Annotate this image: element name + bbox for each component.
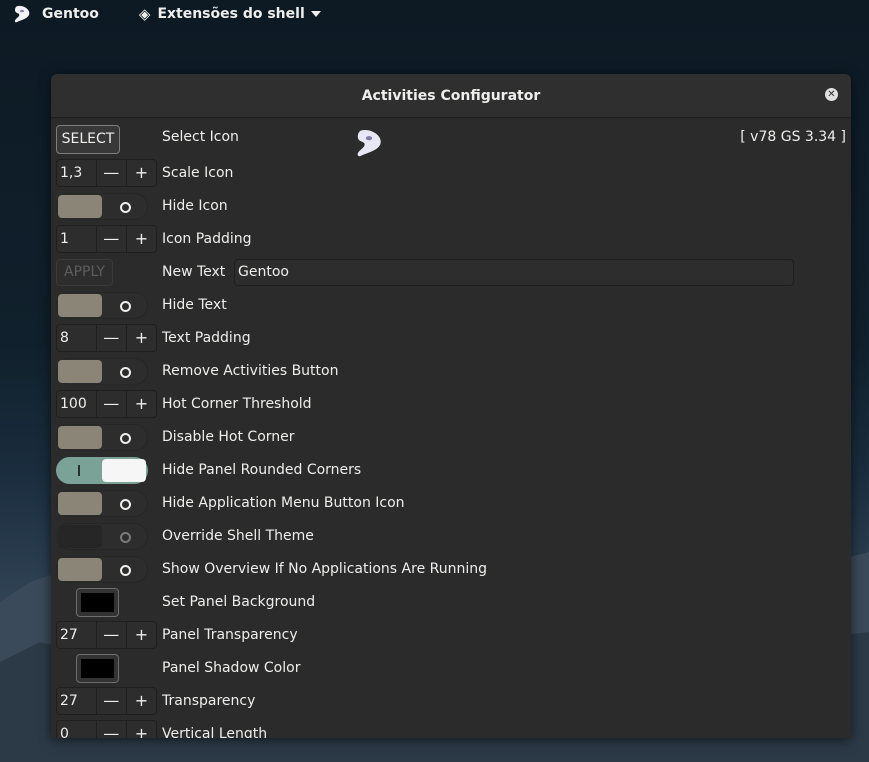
panel-shadow-color-label: Panel Shadow Color: [162, 660, 301, 676]
panel-background-label: Set Panel Background: [162, 594, 316, 610]
increment-button[interactable]: +: [125, 721, 156, 738]
row-show-overview: Show Overview If No Applications Are Run…: [51, 553, 851, 586]
spin-value[interactable]: 0: [57, 721, 96, 738]
hide-text-label: Hide Text: [162, 297, 227, 313]
row-override-theme: Override Shell Theme: [51, 520, 851, 553]
increment-button[interactable]: +: [125, 325, 156, 351]
text-padding-label: Text Padding: [162, 330, 251, 346]
row-select-icon: SELECT Select Icon [ v78 GS 3.34 ]: [51, 121, 851, 157]
hide-text-switch[interactable]: [56, 292, 148, 319]
increment-button[interactable]: +: [125, 622, 156, 648]
decrement-button[interactable]: —: [95, 325, 126, 351]
icon-padding-label: Icon Padding: [162, 231, 252, 247]
row-hide-icon: Hide Icon: [51, 190, 851, 223]
icon-padding-spinbutton[interactable]: 1 — +: [56, 225, 157, 253]
panel-transparency-spinbutton[interactable]: 27 — +: [56, 621, 157, 649]
hide-app-menu-icon-label: Hide Application Menu Button Icon: [162, 495, 405, 511]
gentoo-logo-icon: [14, 5, 30, 23]
activities-label: Gentoo: [42, 6, 99, 22]
app-menu[interactable]: ◈ Extensões do shell: [139, 5, 321, 23]
increment-button[interactable]: +: [125, 226, 156, 252]
transparency-label: Transparency: [162, 693, 256, 709]
decrement-button[interactable]: —: [95, 721, 126, 738]
disable-hot-corner-label: Disable Hot Corner: [162, 429, 295, 445]
row-remove-activities: Remove Activities Button: [51, 355, 851, 388]
puzzle-icon: ◈: [138, 5, 151, 23]
hide-icon-label: Hide Icon: [162, 198, 228, 214]
text-padding-spinbutton[interactable]: 8 — +: [56, 324, 157, 352]
scale-icon-spinbutton[interactable]: 1,3 — +: [56, 159, 157, 187]
decrement-button[interactable]: —: [95, 688, 126, 714]
select-icon-button[interactable]: SELECT: [56, 125, 120, 154]
scale-icon-label: Scale Icon: [162, 165, 234, 181]
hot-corner-threshold-label: Hot Corner Threshold: [162, 396, 312, 412]
spin-value[interactable]: 27: [57, 688, 96, 714]
remove-activities-label: Remove Activities Button: [162, 363, 339, 379]
vertical-length-label: Vertical Length: [162, 726, 268, 738]
spin-value[interactable]: 8: [57, 325, 96, 351]
increment-button[interactable]: +: [125, 391, 156, 417]
hot-corner-threshold-spinbutton[interactable]: 100 — +: [56, 390, 157, 418]
gentoo-logo-icon: [357, 129, 381, 157]
row-icon-padding: 1 — + Icon Padding: [51, 223, 851, 256]
activities-button[interactable]: Gentoo: [0, 4, 99, 24]
spin-value[interactable]: 1: [57, 226, 96, 252]
row-panel-background: Set Panel Background: [51, 586, 851, 619]
settings-list[interactable]: SELECT Select Icon [ v78 GS 3.34 ] 1,3 —…: [51, 118, 851, 738]
spin-value[interactable]: 100: [57, 391, 96, 417]
row-hide-rounded-corners: Hide Panel Rounded Corners: [51, 454, 851, 487]
vertical-length-spinbutton[interactable]: 0 — +: [56, 720, 157, 738]
row-panel-shadow-color: Panel Shadow Color: [51, 652, 851, 685]
spin-value[interactable]: 27: [57, 622, 96, 648]
decrement-button[interactable]: —: [95, 160, 126, 186]
top-panel: Gentoo ◈ Extensões do shell: [0, 0, 869, 28]
increment-button[interactable]: +: [125, 160, 156, 186]
disable-hot-corner-switch[interactable]: [56, 424, 148, 451]
configurator-window: Activities Configurator ✕ SELECT Select …: [51, 74, 851, 738]
spin-value[interactable]: 1,3: [57, 160, 96, 186]
row-transparency: 27 — + Transparency: [51, 685, 851, 718]
hide-icon-switch[interactable]: [56, 193, 148, 220]
row-panel-transparency: 27 — + Panel Transparency: [51, 619, 851, 652]
row-disable-hot-corner: Disable Hot Corner: [51, 421, 851, 454]
row-hide-text: Hide Text: [51, 289, 851, 322]
row-hide-app-menu-icon: Hide Application Menu Button Icon: [51, 487, 851, 520]
close-icon[interactable]: ✕: [825, 88, 838, 101]
window-title: Activities Configurator: [361, 87, 541, 104]
version-label: [ v78 GS 3.34 ]: [740, 129, 846, 145]
panel-shadow-color-button[interactable]: [76, 654, 119, 683]
row-new-text: APPLY New Text Gentoo: [51, 256, 851, 289]
show-overview-label: Show Overview If No Applications Are Run…: [162, 561, 488, 577]
row-scale-icon: 1,3 — + Scale Icon: [51, 157, 851, 190]
override-theme-label: Override Shell Theme: [162, 528, 314, 544]
hide-rounded-corners-switch[interactable]: [56, 457, 148, 484]
remove-activities-switch[interactable]: [56, 358, 148, 385]
transparency-spinbutton[interactable]: 27 — +: [56, 687, 157, 715]
decrement-button[interactable]: —: [95, 391, 126, 417]
row-text-padding: 8 — + Text Padding: [51, 322, 851, 355]
decrement-button[interactable]: —: [95, 226, 126, 252]
show-overview-switch[interactable]: [56, 556, 148, 583]
hide-rounded-corners-label: Hide Panel Rounded Corners: [162, 462, 362, 478]
apply-button[interactable]: APPLY: [56, 259, 113, 286]
new-text-input[interactable]: Gentoo: [234, 259, 794, 286]
select-icon-label: Select Icon: [162, 129, 239, 145]
chevron-down-icon: [310, 11, 321, 17]
row-hot-corner-threshold: 100 — + Hot Corner Threshold: [51, 388, 851, 421]
panel-background-color-button[interactable]: [76, 588, 119, 617]
increment-button[interactable]: +: [125, 688, 156, 714]
window-titlebar[interactable]: Activities Configurator ✕: [51, 74, 851, 118]
decrement-button[interactable]: —: [95, 622, 126, 648]
panel-transparency-label: Panel Transparency: [162, 627, 298, 643]
override-theme-switch[interactable]: [56, 523, 148, 550]
app-menu-label: Extensões do shell: [157, 6, 305, 22]
new-text-label: New Text: [162, 264, 226, 280]
hide-app-menu-icon-switch[interactable]: [56, 490, 148, 517]
row-vertical-length: 0 — + Vertical Length: [51, 718, 851, 738]
